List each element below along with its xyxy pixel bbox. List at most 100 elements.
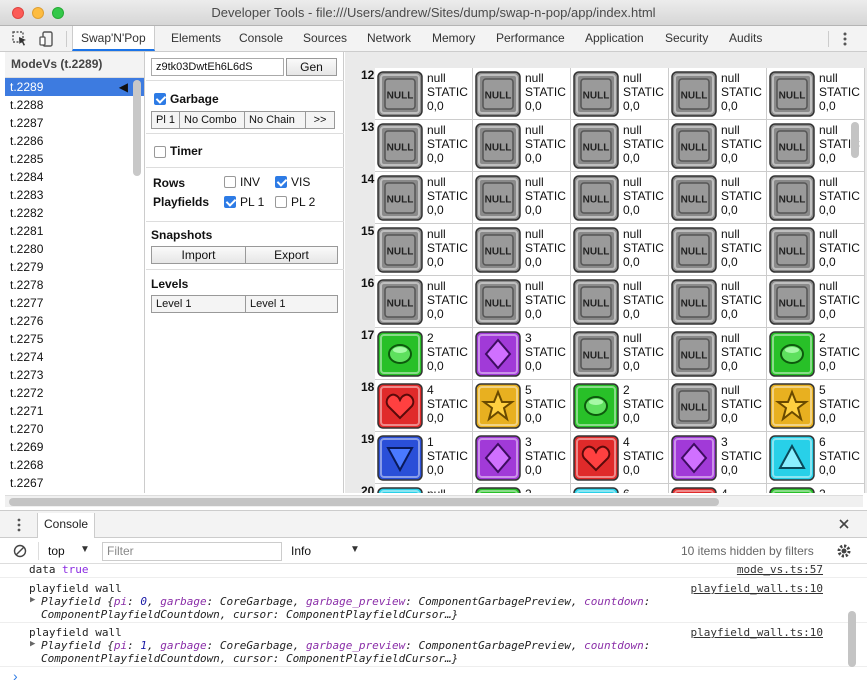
mode-list-item[interactable]: t.2271	[5, 402, 144, 420]
gen-button[interactable]: Gen	[286, 58, 337, 76]
inspect-element-icon[interactable]	[11, 30, 29, 48]
vis-checkbox[interactable]	[275, 176, 287, 188]
grid-cell[interactable]: 4STATIC0,0	[375, 380, 473, 432]
panel-horizontal-scrollbar[interactable]	[5, 495, 863, 507]
grid-cell[interactable]: 5 STATIC 0,0	[473, 380, 571, 432]
mode-list-scrollbar[interactable]	[133, 80, 141, 176]
mode-list-item[interactable]: t.2287	[5, 114, 144, 132]
mode-list-item[interactable]: t.2284	[5, 168, 144, 186]
grid-cell[interactable]: NULL null STATIC 0,0	[375, 120, 473, 172]
grid-cell[interactable]: 4STATIC0,0	[669, 484, 767, 493]
grid-cell[interactable]: NULL null STATIC 0,0	[669, 68, 767, 120]
mode-list-item[interactable]: t.2285	[5, 150, 144, 168]
timer-checkbox[interactable]	[154, 146, 166, 158]
pl2-checkbox[interactable]	[275, 196, 287, 208]
import-button[interactable]: Import	[151, 246, 246, 264]
grid-cell[interactable]: NULL null STATIC 0,0	[571, 68, 669, 120]
garbage-combo-button[interactable]: No Combo	[179, 111, 245, 129]
grid-cell[interactable]: NULL null STATIC 0,0	[669, 380, 767, 432]
grid-cell[interactable]: NULL null STATIC 0,0	[571, 120, 669, 172]
level-left-select[interactable]: Level 1	[151, 295, 246, 313]
tab-memory[interactable]: Memory	[432, 26, 475, 51]
log-level-dropdown-icon[interactable]: ▼	[350, 544, 360, 555]
grid-cell[interactable]: NULL null STATIC 0,0	[473, 120, 571, 172]
grid-cell[interactable]: 4STATIC0,0	[571, 432, 669, 484]
grid-cell[interactable]: 2STATIC0,0	[375, 328, 473, 380]
horizontal-scroll-thumb[interactable]	[9, 498, 719, 506]
grid-cell[interactable]: NULL null STATIC 0,0	[669, 172, 767, 224]
grid-cell[interactable]: NULL null STATIC 0,0	[473, 224, 571, 276]
grid-cell[interactable]: NULL null STATIC 0,0	[669, 276, 767, 328]
grid-cell[interactable]: NULL null STATIC 0,0	[375, 224, 473, 276]
garbage-send-button[interactable]: >>	[305, 111, 335, 129]
grid-vertical-scrollbar[interactable]	[850, 122, 860, 482]
grid-cell[interactable]: 3 STATIC 0,0	[669, 432, 767, 484]
tab-console[interactable]: Console	[239, 26, 283, 51]
tab-application[interactable]: Application	[585, 26, 644, 51]
grid-cell[interactable]: NULL null STATIC 0,0	[571, 276, 669, 328]
mode-list-item[interactable]: t.2289 ◀	[5, 78, 144, 96]
grid-cell[interactable]: NULL null STATIC 0,0	[473, 276, 571, 328]
msg1-expand-icon[interactable]: ▶	[30, 595, 35, 605]
console-scrollbar[interactable]	[848, 611, 856, 667]
msg2-source-link[interactable]: playfield_wall.ts:10	[691, 626, 823, 639]
garbage-player-button[interactable]: Pl 1	[151, 111, 180, 129]
msg2-expand-icon[interactable]: ▶	[30, 639, 35, 649]
grid-cell[interactable]: 2STATIC0,0	[571, 380, 669, 432]
grid-cell[interactable]: NULL null STATIC 0,0	[375, 172, 473, 224]
grid-cell[interactable]: NULL null STATIC 0,0	[669, 224, 767, 276]
msg1-source-link[interactable]: playfield_wall.ts:10	[691, 582, 823, 595]
grid-cell[interactable]: NULL null STATIC 0,0	[571, 172, 669, 224]
grid-cell[interactable]: 6STATIC0,0	[571, 484, 669, 493]
msg-data-source-link[interactable]: mode_vs.ts:57	[737, 564, 823, 576]
mode-list-item[interactable]: t.2281	[5, 222, 144, 240]
grid-cell[interactable]: NULL null STATIC 0,0	[669, 120, 767, 172]
tab-network[interactable]: Network	[367, 26, 411, 51]
mode-list-item[interactable]: t.2268	[5, 456, 144, 474]
garbage-checkbox[interactable]	[154, 93, 166, 105]
grid-cell[interactable]: NULL null STATIC 0,0	[669, 328, 767, 380]
tab-sources[interactable]: Sources	[303, 26, 347, 51]
mode-list-item[interactable]: t.2286	[5, 132, 144, 150]
drawer-tab-console[interactable]: Console	[37, 513, 96, 538]
garbage-chain-button[interactable]: No Chain	[244, 111, 306, 129]
mode-list-item[interactable]: t.2272	[5, 384, 144, 402]
console-prompt[interactable]: ›	[13, 668, 18, 684]
mode-list-item[interactable]: t.2278	[5, 276, 144, 294]
context-dropdown-icon[interactable]: ▼	[80, 544, 90, 555]
mode-list-item[interactable]: t.2280	[5, 240, 144, 258]
grid-cell[interactable]: NULL null STATIC 0,0	[473, 68, 571, 120]
grid-cell[interactable]: NULL null STATIC 0,0	[473, 172, 571, 224]
close-drawer-icon[interactable]	[838, 518, 850, 530]
grid-cell[interactable]: 3 STATIC 0,0	[473, 432, 571, 484]
tab-swapnpop[interactable]: Swap'N'Pop	[72, 26, 155, 51]
log-level-select[interactable]: Info	[291, 544, 311, 558]
grid-cell[interactable]: 2STATIC0,0	[767, 484, 865, 493]
mode-list-item[interactable]: t.2267	[5, 474, 144, 492]
clear-console-icon[interactable]	[13, 544, 27, 558]
mode-list-item[interactable]: t.2279	[5, 258, 144, 276]
pl1-checkbox[interactable]	[224, 196, 236, 208]
grid-cell[interactable]: 1 STATIC 0,0	[375, 432, 473, 484]
level-right-select[interactable]: Level 1	[245, 295, 338, 313]
tab-performance[interactable]: Performance	[496, 26, 565, 51]
seed-input[interactable]: z9tk03DwtEh6L6dS	[151, 58, 284, 76]
tab-audits[interactable]: Audits	[729, 26, 762, 51]
mode-list-item[interactable]: t.2274	[5, 348, 144, 366]
console-filter-input[interactable]: Filter	[102, 542, 282, 561]
mode-list-item[interactable]: t.2277	[5, 294, 144, 312]
grid-cell[interactable]: NULL null STATIC 0,0	[767, 68, 865, 120]
grid-cell[interactable]: NULL null STATIC 0,0	[375, 68, 473, 120]
grid-cell[interactable]: NULL null STATIC 0,0	[571, 224, 669, 276]
mode-list-item[interactable]: t.2283	[5, 186, 144, 204]
grid-cell[interactable]: NULL null STATIC 0,0	[375, 276, 473, 328]
context-select[interactable]: top	[48, 544, 65, 558]
grid-cell[interactable]: 2STATIC0,0	[473, 484, 571, 493]
device-toolbar-icon[interactable]	[38, 30, 56, 48]
mode-list-item[interactable]: t.2273	[5, 366, 144, 384]
mode-list-item[interactable]: t.2282	[5, 204, 144, 222]
mode-list-item[interactable]: t.2270	[5, 420, 144, 438]
tab-security[interactable]: Security	[665, 26, 708, 51]
mode-list-item[interactable]: t.2288	[5, 96, 144, 114]
inv-checkbox[interactable]	[224, 176, 236, 188]
